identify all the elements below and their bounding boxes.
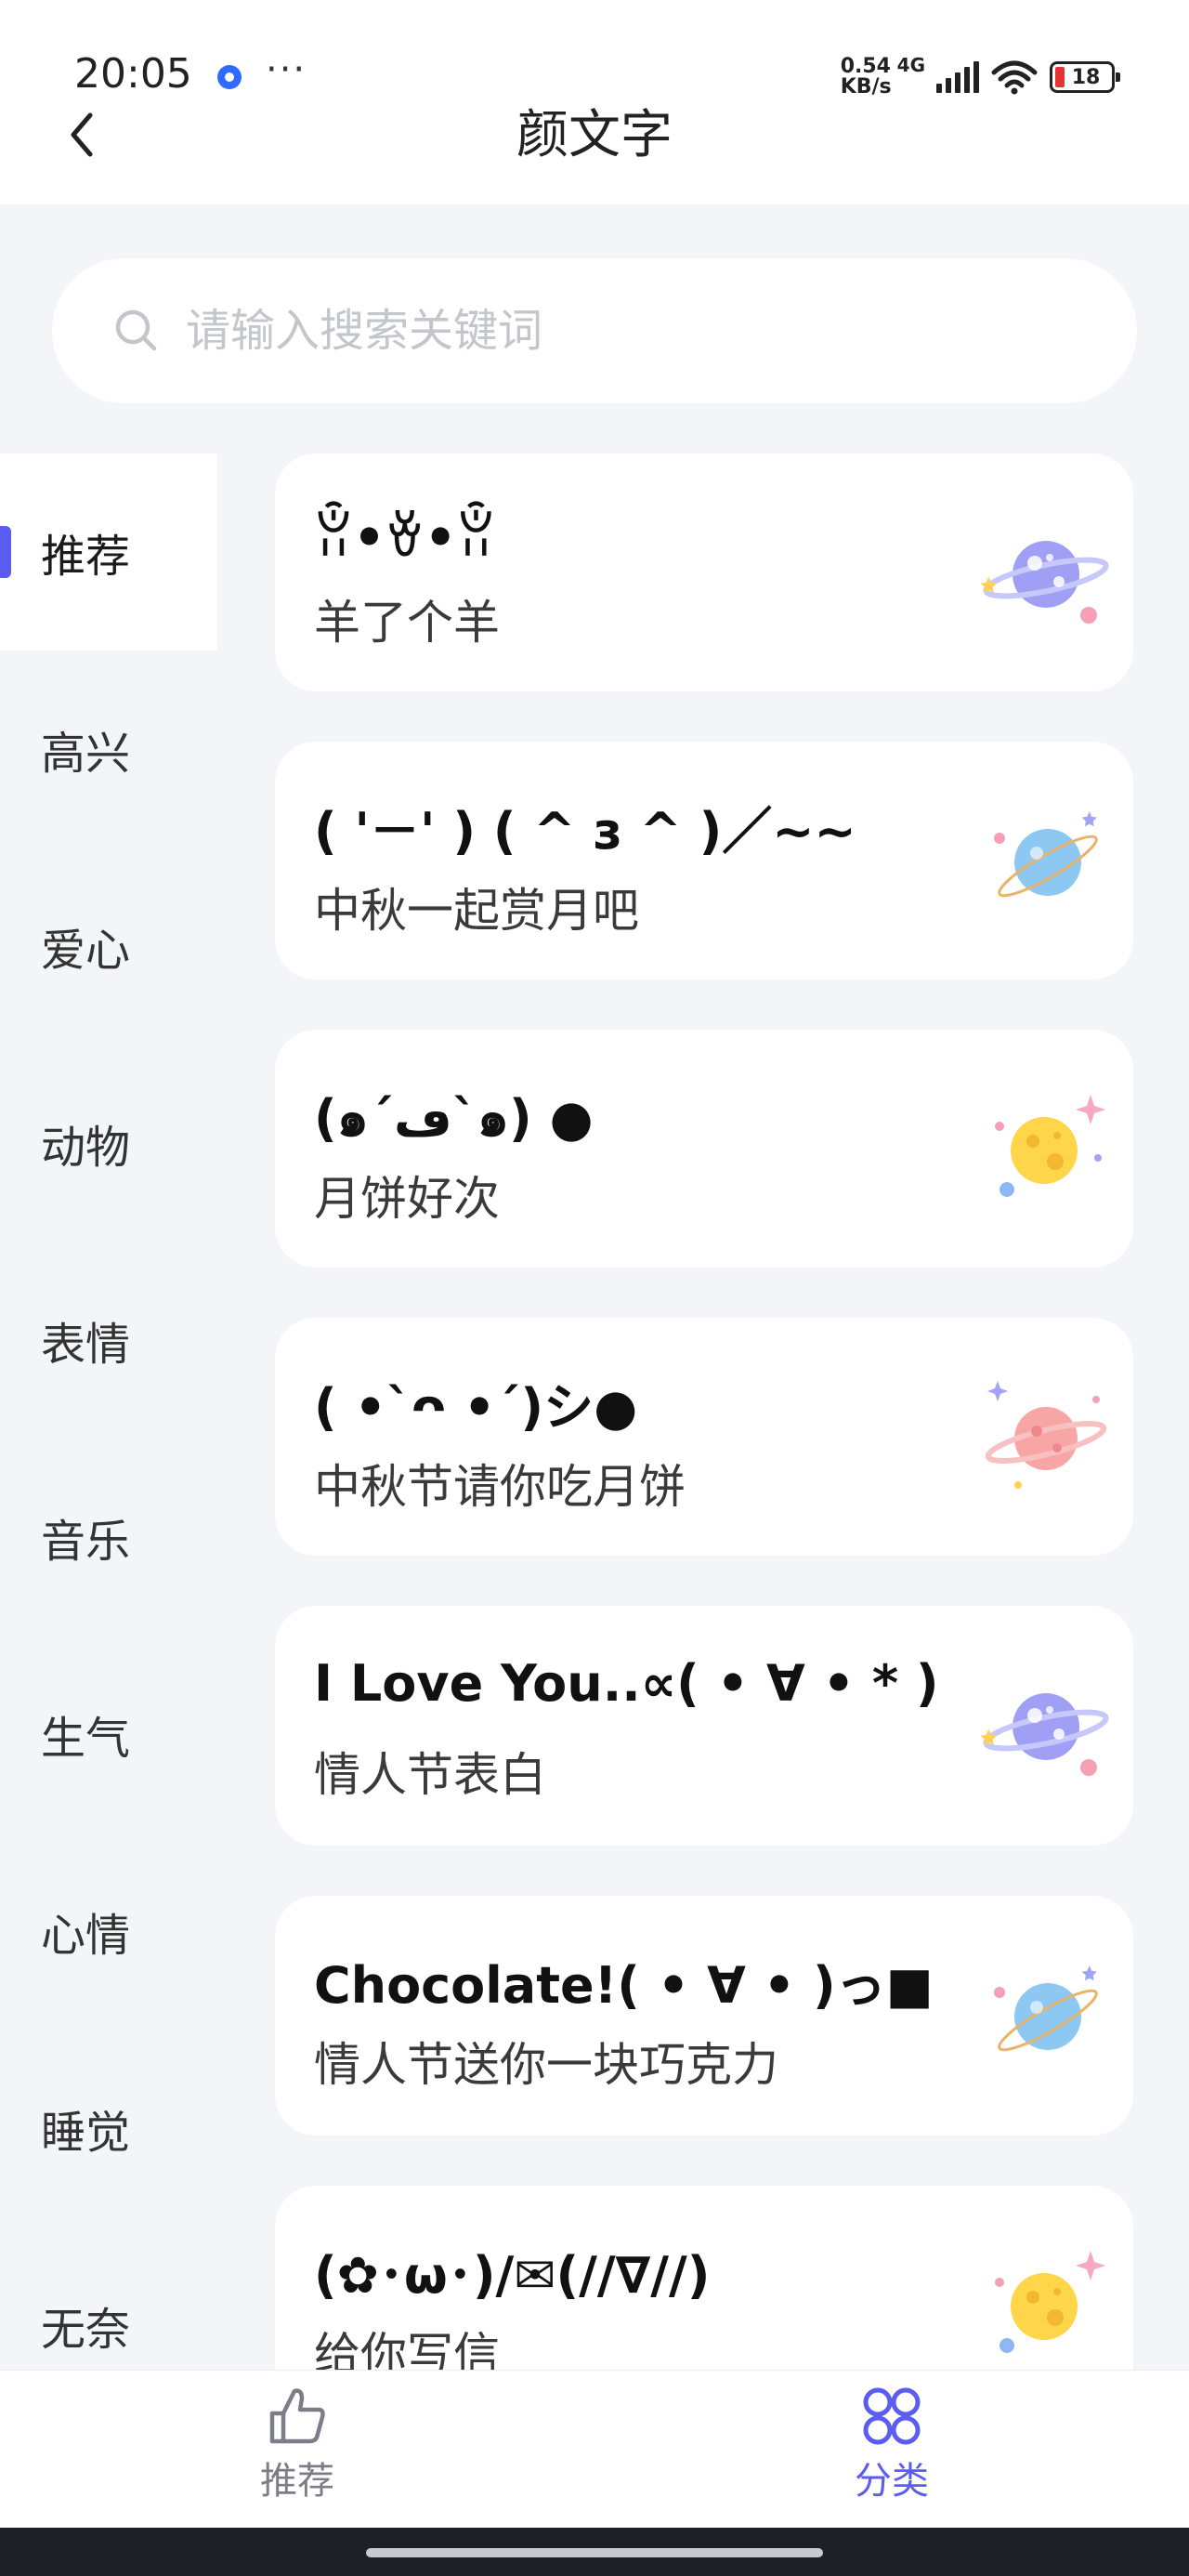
more-notifications-icon: ··· [266, 48, 307, 91]
system-nav-bar [0, 2528, 1189, 2576]
sidebar-item-label: 爱心 [41, 925, 131, 977]
status-time: 20:05 [74, 50, 192, 98]
purple-planet-icon [981, 1693, 1109, 1776]
thumbs-up-icon [269, 2388, 325, 2444]
sidebar-item-happy[interactable]: 高兴 [0, 651, 217, 848]
sidebar-item-angry[interactable]: 生气 [0, 1636, 217, 1833]
emoticon-text: ( '－' ) ( ^ з ^ )／~~ [314, 802, 856, 861]
emoticon-card[interactable]: (๑´ڡ`๑) ● 月饼好次 [275, 1030, 1133, 1268]
emoticon-desc: 情人节表白 [314, 1748, 546, 1802]
bottom-nav: 推荐 分类 [0, 2370, 1189, 2529]
nav-label: 分类 [855, 2460, 929, 2503]
emoticon-desc: 中秋一起赏月吧 [314, 884, 639, 938]
moon-icon [995, 2251, 1105, 2353]
moon-icon [995, 1095, 1105, 1197]
notification-dot-icon [217, 65, 242, 89]
category-grid-icon [863, 2387, 921, 2445]
blue-planet-icon [994, 1965, 1098, 2052]
sidebar-item-label: 推荐 [41, 531, 131, 583]
sidebar-item-expressions[interactable]: 表情 [0, 1242, 217, 1439]
emoticon-card[interactable]: Chocolate!( • ∀ • )っ■ 情人节送你一块巧克力 [275, 1896, 1133, 2136]
emoticon-text: (๑´ڡ`๑) ● [314, 1089, 594, 1148]
emoticon-card[interactable]: ( •`ᴖ •´)シ● 中秋节请你吃月饼 [275, 1318, 1133, 1556]
wifi-icon [990, 59, 1039, 95]
sidebar-item-label: 动物 [41, 1122, 131, 1174]
sidebar-item-label: 表情 [41, 1319, 131, 1371]
sidebar-item-recommend[interactable]: 推荐 [0, 453, 217, 651]
emoticon-desc: 月饼好次 [314, 1172, 500, 1226]
emoticon-desc: 给你写信 [314, 2328, 500, 2370]
sidebar-item-animals[interactable]: 动物 [0, 1045, 217, 1242]
blue-planet-icon [994, 811, 1098, 898]
nav-label: 推荐 [260, 2460, 334, 2503]
network-type: 4G [896, 54, 925, 76]
network-speed: 0.54 KB/s [840, 55, 892, 99]
emoticon-text: ( •`ᴖ •´)シ● [314, 1378, 638, 1437]
sidebar-item-label: 生气 [41, 1713, 131, 1765]
emoticon-desc: 中秋节请你吃月饼 [314, 1460, 686, 1514]
emoticon-text: I Love You..∝( • ∀ • * ) [314, 1654, 939, 1713]
emoticon-list: ꂧ•ꈊ•ꂧ 羊了个羊 ( '－' ) ( ^ з ^ )／~~ 中秋一起赏月吧 … [275, 453, 1133, 2370]
emoticon-desc: 情人节送你一块巧克力 [314, 2038, 778, 2092]
sidebar-item-sleep[interactable]: 睡觉 [0, 2030, 217, 2227]
battery-icon: 18 [1050, 61, 1120, 93]
sidebar-item-label: 心情 [41, 1910, 131, 1962]
sidebar-item-love[interactable]: 爱心 [0, 848, 217, 1045]
home-indicator[interactable] [366, 2548, 823, 2557]
top-bar: 20:05 ··· 0.54 KB/s 4G 18 颜文字 [0, 0, 1189, 204]
page-title: 颜文字 [516, 105, 673, 165]
sidebar-item-label: 无奈 [41, 2304, 131, 2356]
category-sidebar: 推荐 高兴 爱心 动物 表情 音乐 生气 心情 睡觉 无奈 [0, 453, 217, 2368]
sidebar-item-label: 睡觉 [41, 2107, 131, 2159]
emoticon-card[interactable]: ꂧ•ꈊ•ꂧ 羊了个羊 [275, 453, 1133, 691]
nav-recommend[interactable]: 推荐 [204, 2384, 390, 2504]
sidebar-item-music[interactable]: 音乐 [0, 1439, 217, 1636]
emoticon-text: (✿･ω･)/✉(//∇//) [314, 2246, 711, 2305]
emoticon-text: ꂧ•ꈊ•ꂧ [314, 508, 496, 567]
pink-planet-icon [985, 1381, 1107, 1489]
sidebar-item-label: 音乐 [41, 1516, 131, 1568]
sidebar-item-label: 高兴 [41, 728, 131, 780]
emoticon-desc: 羊了个羊 [314, 596, 500, 650]
emoticon-text: Chocolate!( • ∀ • )っ■ [314, 1956, 934, 2015]
search-bar[interactable] [52, 258, 1137, 403]
emoticon-card[interactable]: (✿･ω･)/✉(//∇//) 给你写信 [275, 2186, 1133, 2370]
signal-icon [936, 61, 979, 93]
sidebar-item-mood[interactable]: 心情 [0, 1833, 217, 2030]
purple-planet-icon [981, 541, 1109, 624]
emoticon-card[interactable]: ( '－' ) ( ^ з ^ )／~~ 中秋一起赏月吧 [275, 742, 1133, 979]
nav-category[interactable]: 分类 [799, 2384, 985, 2504]
search-icon [113, 308, 160, 354]
search-input[interactable] [184, 304, 1024, 358]
emoticon-card[interactable]: I Love You..∝( • ∀ • * ) 情人节表白 [275, 1606, 1133, 1846]
